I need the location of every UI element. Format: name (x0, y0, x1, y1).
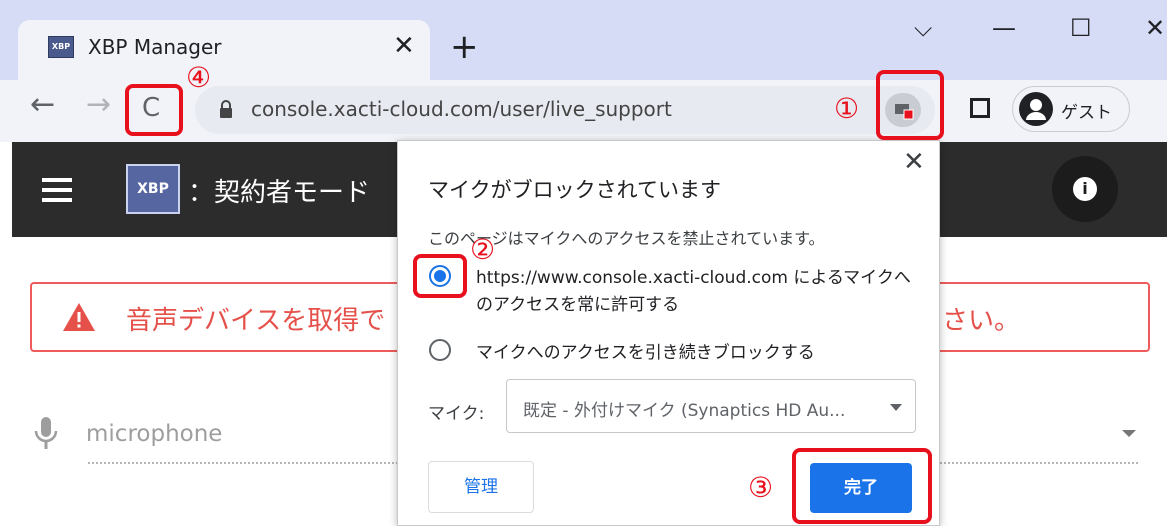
maximize-button[interactable]: ☐ (1070, 16, 1092, 40)
more-menu-icon[interactable]: ⋮ (1156, 95, 1167, 121)
step-3-marker: ③ (748, 471, 774, 504)
profile-button[interactable]: ゲスト (1012, 86, 1130, 132)
manage-button[interactable]: 管理 (428, 461, 534, 513)
info-button[interactable]: i (1052, 156, 1118, 222)
microphone-select-label[interactable]: microphone (86, 421, 222, 447)
dropdown-arrow-icon (890, 404, 902, 411)
lock-icon (220, 100, 232, 118)
address-bar[interactable]: console.xacti-cloud.com/user/live_suppor… (195, 86, 935, 134)
tab-close-icon[interactable]: ✕ (393, 33, 415, 59)
step-4-marker: ④ (186, 61, 212, 94)
warning-icon (63, 303, 95, 331)
highlight-reload (125, 84, 183, 136)
minimize-button[interactable]: — (992, 16, 1016, 40)
tab-title: XBP Manager (88, 35, 222, 59)
new-tab-button[interactable]: + (450, 30, 479, 64)
xbp-logo: XBP (126, 164, 180, 214)
close-window-button[interactable]: ✕ (1145, 16, 1165, 40)
mic-device-select[interactable]: 既定 - 外付けマイク (Synaptics HD Au... (506, 379, 916, 433)
tab-xbp-manager[interactable]: XBP XBP Manager ✕ (18, 20, 430, 80)
avatar (1019, 92, 1053, 126)
side-panel-icon[interactable] (970, 98, 990, 118)
mic-device-value: 既定 - 外付けマイク (Synaptics HD Au... (523, 401, 846, 421)
close-icon[interactable]: ✕ (903, 149, 925, 175)
block-option-label[interactable]: マイクへのアクセスを引き続きブロックする (476, 338, 815, 363)
profile-label: ゲスト (1061, 103, 1112, 123)
forward-icon[interactable]: → (86, 90, 111, 120)
tab-strip: XBP XBP Manager ✕ + ⌵ — ☐ ✕ (0, 0, 1167, 80)
highlight-allow-radio (413, 254, 467, 298)
back-icon[interactable]: ← (30, 90, 55, 120)
info-icon: i (1073, 177, 1097, 201)
alert-message-tail: さい。 (942, 306, 1021, 336)
tab-search-icon[interactable]: ⌵ (914, 16, 932, 40)
favicon: XBP (48, 36, 74, 58)
highlight-blocked-icon (876, 70, 944, 140)
allow-option-label[interactable]: https://www.console.xacti-cloud.com によるマ… (476, 265, 916, 319)
page-title: ：契約者モード (188, 178, 371, 208)
block-radio[interactable] (429, 339, 451, 361)
microphone-icon (34, 417, 58, 449)
highlight-done-button (792, 448, 932, 524)
mic-select-label: マイク: (428, 404, 485, 424)
url-text: console.xacti-cloud.com/user/live_suppor… (251, 97, 672, 121)
chevron-down-icon[interactable] (1122, 430, 1136, 437)
step-1-marker: ① (834, 92, 860, 125)
step-2-marker: ② (470, 233, 496, 266)
hamburger-menu-icon[interactable] (42, 178, 72, 202)
dialog-title: マイクがブロックされています (428, 178, 721, 202)
alert-message: 音声デバイスを取得で (126, 306, 386, 336)
